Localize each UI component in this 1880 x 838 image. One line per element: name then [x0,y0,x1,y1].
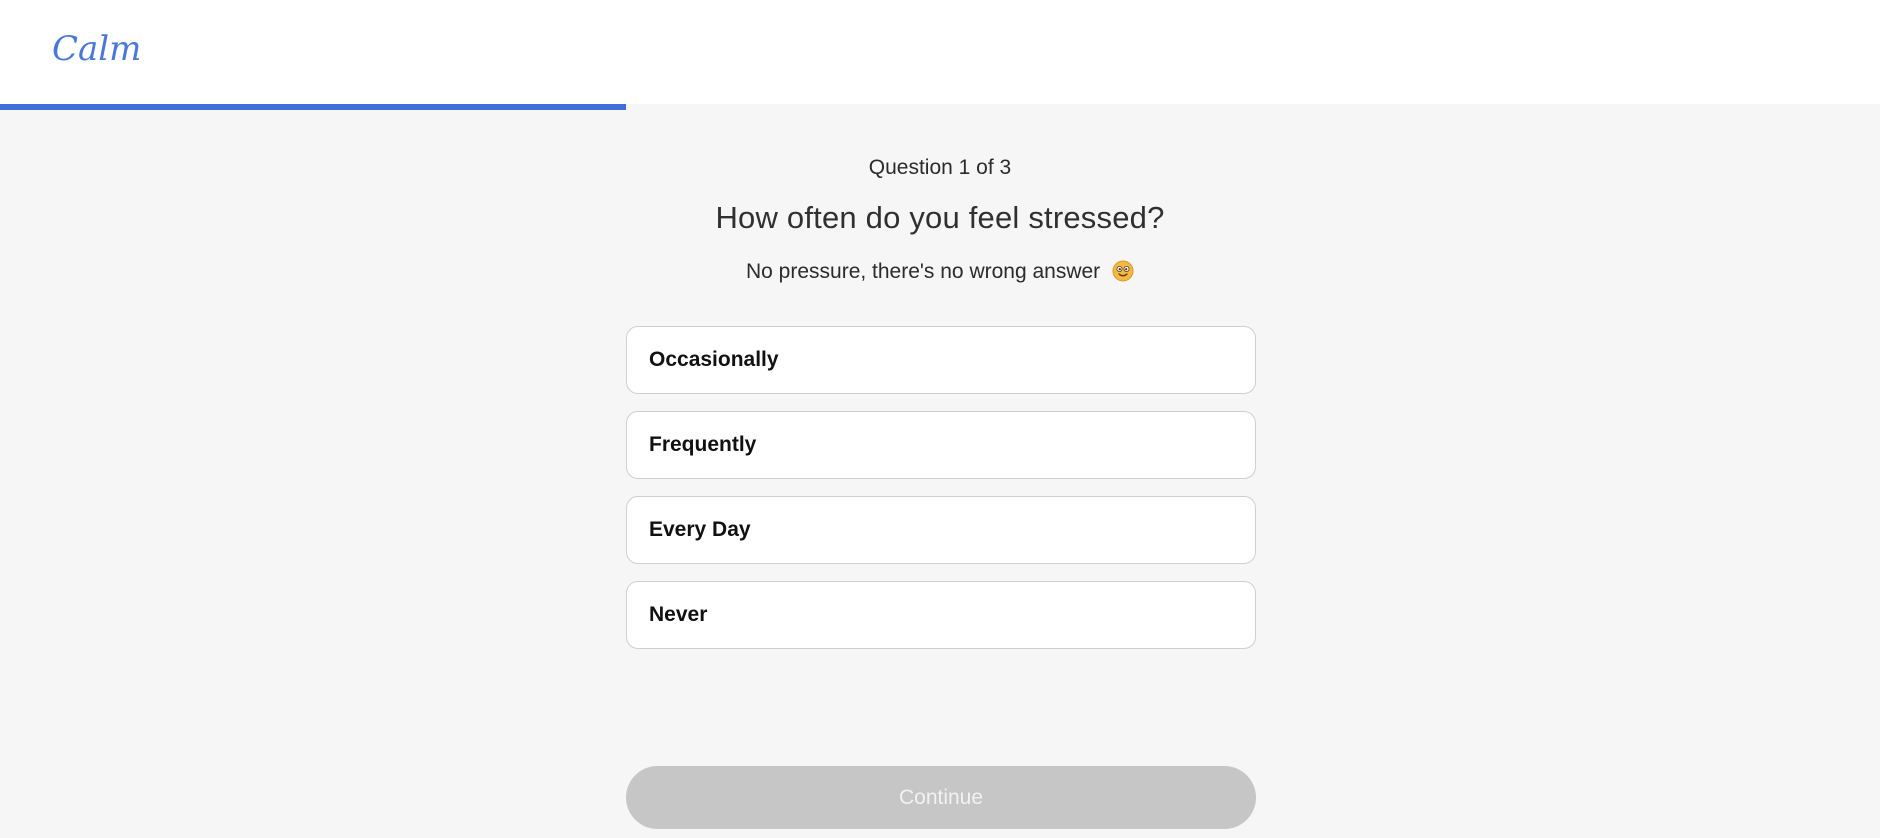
option-every-day[interactable]: Every Day [626,496,1256,564]
calm-logo[interactable]: Calm [52,26,142,68]
question-subtitle-text: No pressure, there's no wrong answer [745,260,1101,283]
progress-bar [0,104,1880,110]
progress-bar-fill [0,104,627,110]
option-label: Every Day [649,518,751,541]
option-never[interactable]: Never [626,581,1256,649]
question-counter: Question 1 of 3 [868,156,1012,179]
logo-text: Calm [52,29,141,68]
option-frequently[interactable]: Frequently [626,411,1256,479]
header: Calm [0,0,1880,104]
question-subtitle: No pressure, there's no wrong answer [0,260,1880,284]
smiling-face-emoji-icon [1112,260,1134,282]
answer-options: Occasionally Frequently Every Day Never [626,326,1256,666]
continue-button[interactable]: Continue [626,766,1256,829]
option-label: Occasionally [649,348,779,371]
option-occasionally[interactable]: Occasionally [626,326,1256,394]
question-title: How often do you feel stressed? [715,200,1165,235]
option-label: Never [649,603,708,626]
option-label: Frequently [649,433,757,456]
